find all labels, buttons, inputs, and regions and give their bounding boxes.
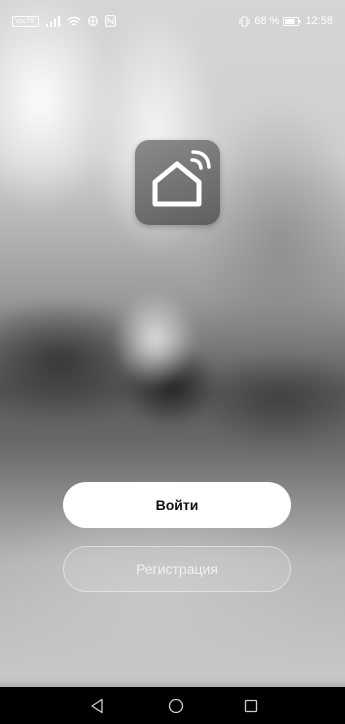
clock: 12:58 bbox=[305, 15, 333, 27]
back-triangle-icon bbox=[91, 698, 103, 714]
status-left: VoLTE bbox=[12, 15, 116, 27]
login-screen: VoLTE 68 % 12:58 Войти Регистрация bbox=[0, 0, 345, 724]
smart-home-icon bbox=[152, 150, 211, 207]
navigation-bar bbox=[0, 687, 345, 724]
register-button-label: Регистрация bbox=[136, 561, 218, 577]
battery-icon bbox=[283, 16, 301, 26]
register-button[interactable]: Регистрация bbox=[63, 546, 291, 592]
home-circle-icon bbox=[168, 698, 184, 714]
signal-icon bbox=[45, 15, 60, 27]
nfc-icon bbox=[104, 15, 116, 27]
volte-icon: VoLTE bbox=[12, 15, 39, 27]
battery-percent: 68 % bbox=[254, 15, 280, 27]
wifi-icon bbox=[67, 16, 80, 26]
status-right: 68 % 12:58 bbox=[239, 15, 333, 27]
login-button[interactable]: Войти bbox=[63, 482, 291, 528]
recents-button[interactable] bbox=[239, 696, 263, 716]
status-bar: VoLTE 68 % 12:58 bbox=[0, 0, 345, 40]
vibrate-icon bbox=[239, 15, 250, 27]
eye-comfort-icon bbox=[87, 15, 98, 27]
login-button-label: Войти bbox=[155, 497, 199, 513]
app-logo bbox=[135, 140, 220, 225]
recents-square-icon bbox=[244, 699, 258, 713]
back-button[interactable] bbox=[85, 696, 109, 716]
home-button[interactable] bbox=[164, 696, 188, 716]
